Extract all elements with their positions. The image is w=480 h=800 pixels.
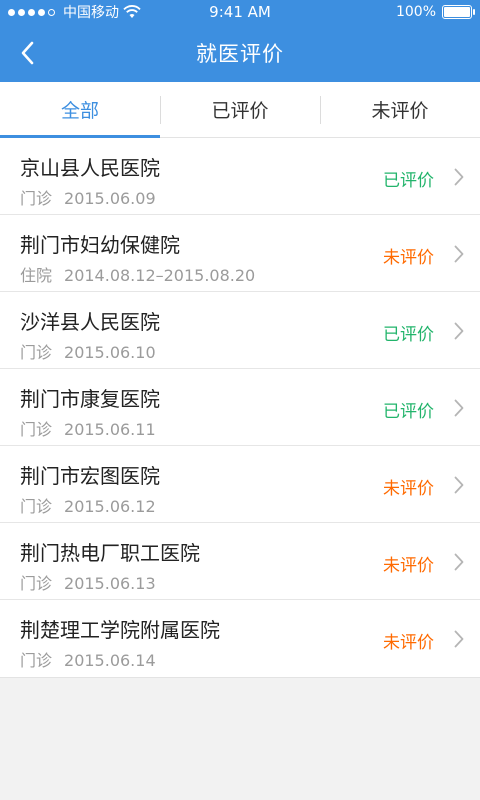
status-badge: 未评价 <box>383 633 434 653</box>
chevron-right-icon <box>454 399 464 417</box>
visit-type: 门诊 <box>20 497 53 516</box>
tab-not-evaluated[interactable]: 未评价 <box>320 82 480 137</box>
status-badge: 已评价 <box>383 325 434 345</box>
tab-evaluated[interactable]: 已评价 <box>160 82 320 137</box>
list-item[interactable]: 荆门热电厂职工医院 门诊 2015.06.13 未评价 <box>0 523 480 600</box>
visit-date: 2015.06.09 <box>64 189 156 208</box>
status-bar: 中国移动 9:41 AM 100% <box>0 0 480 24</box>
status-badge: 已评价 <box>383 171 434 191</box>
chevron-right-icon <box>454 168 464 186</box>
status-badge: 未评价 <box>383 248 434 268</box>
visit-meta: 门诊 2015.06.13 <box>20 570 156 594</box>
visit-type: 门诊 <box>20 343 53 362</box>
visit-meta: 门诊 2015.06.09 <box>20 185 156 209</box>
visit-type: 住院 <box>20 266 53 285</box>
filter-tabs: 全部 已评价 未评价 <box>0 82 480 138</box>
visit-meta: 门诊 2015.06.10 <box>20 339 156 363</box>
chevron-left-icon <box>21 41 34 65</box>
page-title: 就医评价 <box>196 42 284 66</box>
chevron-right-icon <box>454 245 464 263</box>
app-header: 中国移动 9:41 AM 100% 就医评价 <box>0 0 480 82</box>
visit-date: 2015.06.12 <box>64 497 156 516</box>
visit-date: 2015.06.13 <box>64 574 156 593</box>
chevron-right-icon <box>454 476 464 494</box>
hospital-name: 荆门市妇幼保健院 <box>20 233 180 257</box>
list-item[interactable]: 荆门市康复医院 门诊 2015.06.11 已评价 <box>0 369 480 446</box>
hospital-name: 荆门热电厂职工医院 <box>20 541 200 565</box>
list-item[interactable]: 荆门市妇幼保健院 住院 2014.08.12–2015.08.20 未评价 <box>0 215 480 292</box>
hospital-name: 荆门市宏图医院 <box>20 464 160 488</box>
visit-meta: 门诊 2015.06.11 <box>20 416 156 440</box>
visit-meta: 门诊 2015.06.12 <box>20 493 156 517</box>
visit-meta: 门诊 2015.06.14 <box>20 647 156 671</box>
list-item[interactable]: 荆楚理工学院附属医院 门诊 2015.06.14 未评价 <box>0 600 480 677</box>
chevron-right-icon <box>454 630 464 648</box>
status-time: 9:41 AM <box>209 3 271 21</box>
chevron-right-icon <box>454 553 464 571</box>
visit-type: 门诊 <box>20 189 53 208</box>
status-badge: 已评价 <box>383 402 434 422</box>
visit-date: 2015.06.14 <box>64 651 156 670</box>
list-item[interactable]: 荆门市宏图医院 门诊 2015.06.12 未评价 <box>0 446 480 523</box>
tab-all[interactable]: 全部 <box>0 82 160 138</box>
visit-date: 2015.06.11 <box>64 420 156 439</box>
list-item[interactable]: 京山县人民医院 门诊 2015.06.09 已评价 <box>0 138 480 215</box>
visit-type: 门诊 <box>20 420 53 439</box>
hospital-name: 荆门市康复医院 <box>20 387 160 411</box>
status-badge: 未评价 <box>383 556 434 576</box>
battery-icon <box>442 5 475 19</box>
visit-type: 门诊 <box>20 651 53 670</box>
hospital-name: 京山县人民医院 <box>20 156 160 180</box>
hospital-name: 沙洋县人民医院 <box>20 310 160 334</box>
chevron-right-icon <box>454 322 464 340</box>
list-item[interactable]: 沙洋县人民医院 门诊 2015.06.10 已评价 <box>0 292 480 369</box>
visit-meta: 住院 2014.08.12–2015.08.20 <box>20 262 255 286</box>
visit-date: 2015.06.10 <box>64 343 156 362</box>
status-badge: 未评价 <box>383 479 434 499</box>
visit-list: 京山县人民医院 门诊 2015.06.09 已评价 荆门市妇幼保健院 住院 2014… <box>0 138 480 678</box>
back-button[interactable] <box>12 38 42 68</box>
nav-bar: 就医评价 <box>0 24 480 82</box>
visit-date: 2014.08.12–2015.08.20 <box>64 266 256 285</box>
hospital-name: 荆楚理工学院附属医院 <box>20 618 220 642</box>
visit-type: 门诊 <box>20 574 53 593</box>
